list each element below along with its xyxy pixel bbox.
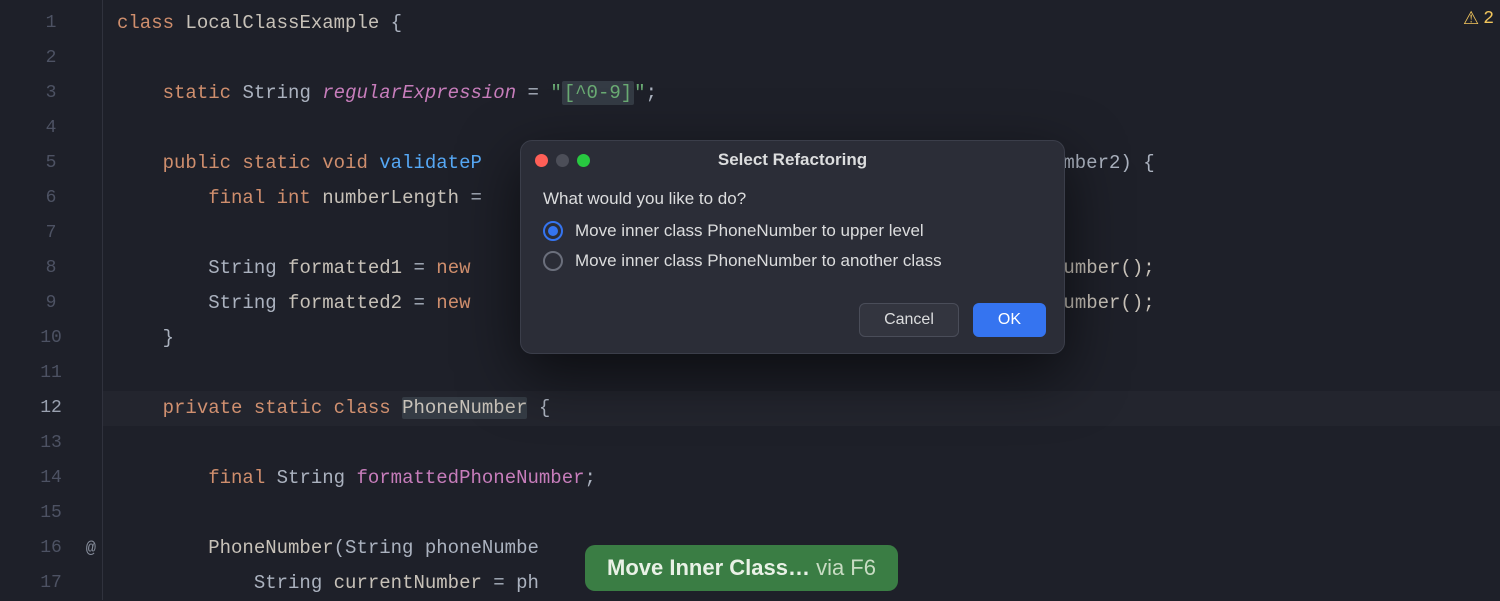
line-number: 15 — [0, 496, 102, 531]
code-line — [103, 496, 1500, 531]
line-number: 11 — [0, 356, 102, 391]
line-number: 16@ — [0, 531, 102, 566]
line-number-active: 12 — [0, 391, 102, 426]
line-number: 14 — [0, 461, 102, 496]
action-hint-tooltip: Move Inner Class… via F6 — [585, 545, 898, 591]
window-controls — [535, 154, 590, 167]
line-number: 5 — [0, 146, 102, 181]
radio-label: Move inner class PhoneNumber to another … — [575, 251, 942, 271]
gutter-override-icon[interactable]: @ — [86, 531, 96, 566]
code-line — [103, 426, 1500, 461]
dialog-title: Select Refactoring — [521, 150, 1064, 170]
zoom-icon[interactable] — [577, 154, 590, 167]
line-number: 10 — [0, 321, 102, 356]
dialog-prompt: What would you like to do? — [543, 189, 1042, 209]
line-number: 17 — [0, 566, 102, 601]
line-number: 1 — [0, 6, 102, 41]
line-number: 8 — [0, 251, 102, 286]
code-line — [103, 356, 1500, 391]
radio-icon — [543, 221, 563, 241]
minimize-icon — [556, 154, 569, 167]
code-line: class LocalClassExample { — [103, 6, 1500, 41]
tooltip-shortcut: via F6 — [810, 555, 876, 580]
radio-label: Move inner class PhoneNumber to upper le… — [575, 221, 924, 241]
current-line-highlight — [103, 391, 1500, 426]
line-number: 4 — [0, 111, 102, 146]
warning-count: 2 — [1483, 9, 1494, 29]
select-refactoring-dialog: Select Refactoring What would you like t… — [520, 140, 1065, 354]
warning-icon: ⚠ — [1463, 8, 1479, 30]
line-number: 7 — [0, 216, 102, 251]
warning-indicator[interactable]: ⚠2 — [1463, 8, 1494, 30]
line-number: 9 — [0, 286, 102, 321]
tooltip-action: Move Inner Class… — [607, 555, 810, 580]
dialog-buttons: Cancel OK — [521, 297, 1064, 353]
code-line: static String regularExpression = "[^0-9… — [103, 76, 1500, 111]
close-icon[interactable] — [535, 154, 548, 167]
line-number-gutter: 1 2 3 4 5 6 7 8 9 10 11 12 13 14 15 16@ … — [0, 0, 103, 600]
radio-move-to-upper-level[interactable]: Move inner class PhoneNumber to upper le… — [543, 221, 1042, 241]
line-number: 2 — [0, 41, 102, 76]
line-number: 6 — [0, 181, 102, 216]
code-line: final String formattedPhoneNumber; — [103, 461, 1500, 496]
code-line — [103, 41, 1500, 76]
radio-icon — [543, 251, 563, 271]
line-number: 13 — [0, 426, 102, 461]
radio-move-to-another-class[interactable]: Move inner class PhoneNumber to another … — [543, 251, 1042, 271]
dialog-titlebar: Select Refactoring — [521, 141, 1064, 179]
ok-button[interactable]: OK — [973, 303, 1046, 337]
dialog-body: What would you like to do? Move inner cl… — [521, 179, 1064, 297]
line-number: 3 — [0, 76, 102, 111]
cancel-button[interactable]: Cancel — [859, 303, 959, 337]
